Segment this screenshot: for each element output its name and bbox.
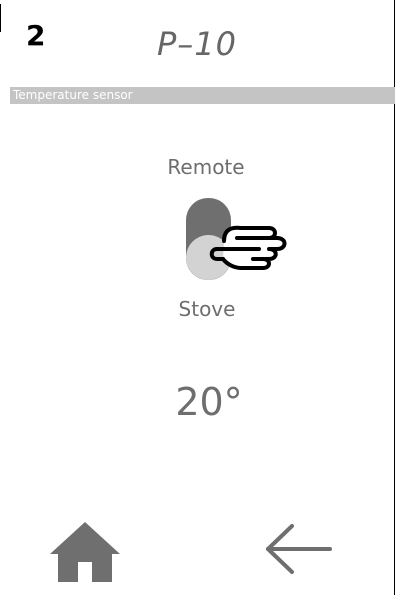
pointing-hand-icon (209, 225, 287, 270)
home-icon[interactable] (48, 520, 122, 582)
step-number: 2 (26, 19, 46, 52)
sensor-option-remote-label[interactable]: Remote (0, 155, 398, 179)
temperature-value: 20° (175, 380, 243, 424)
section-title: Temperature sensor (13, 88, 133, 102)
frame-edge (0, 4, 1, 32)
section-header-bar: Temperature sensor (10, 87, 395, 104)
page-code: P–10 (157, 25, 238, 63)
sensor-option-stove-label[interactable]: Stove (0, 297, 398, 321)
arrow-left-icon[interactable] (264, 523, 334, 575)
